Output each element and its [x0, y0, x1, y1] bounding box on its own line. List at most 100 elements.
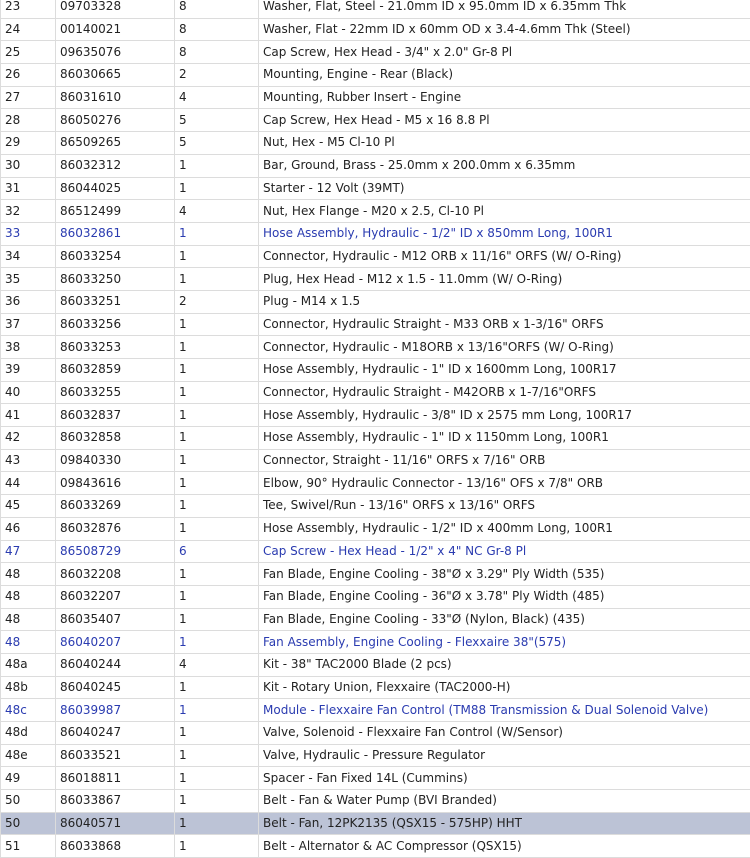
item-number-cell[interactable]: 48c [1, 699, 56, 722]
table-row[interactable]: 25096350768Cap Screw, Hex Head - 3/4" x … [1, 41, 750, 64]
quantity-cell: 1 [175, 404, 259, 427]
table-row[interactable]: 50860338671Belt - Fan & Water Pump (BVI … [1, 790, 750, 813]
item-number-cell: 48d [1, 722, 56, 745]
table-row[interactable]: 46860328761Hose Assembly, Hydraulic - 1/… [1, 517, 750, 540]
description-cell[interactable]: Cap Screw - Hex Head - 1/2" x 4" NC Gr-8… [259, 540, 750, 563]
table-row[interactable]: 29865092655Nut, Hex - M5 Cl-10 Pl [1, 132, 750, 155]
table-row[interactable]: 23097033288Washer, Flat, Steel - 21.0mm … [1, 0, 750, 18]
table-row[interactable]: 45860332691Tee, Swivel/Run - 13/16" ORFS… [1, 495, 750, 518]
table-row[interactable]: 48860354071Fan Blade, Engine Cooling - 3… [1, 608, 750, 631]
table-row[interactable]: 26860306652Mounting, Engine - Rear (Blac… [1, 64, 750, 87]
table-row[interactable]: 50860405711Belt - Fan, 12PK2135 (QSX15 -… [1, 812, 750, 835]
description-cell: Connector, Hydraulic - M12 ORB x 11/16" … [259, 245, 750, 268]
description-cell: Hose Assembly, Hydraulic - 1" ID x 1150m… [259, 427, 750, 450]
quantity-cell: 1 [175, 313, 259, 336]
item-number-cell: 30 [1, 154, 56, 177]
table-row[interactable]: 48a860402444Kit - 38" TAC2000 Blade (2 p… [1, 653, 750, 676]
description-cell: Fan Blade, Engine Cooling - 38"Ø x 3.29"… [259, 563, 750, 586]
description-cell: Cap Screw, Hex Head - 3/4" x 2.0" Gr-8 P… [259, 41, 750, 64]
table-row[interactable]: 43098403301Connector, Straight - 11/16" … [1, 449, 750, 472]
table-row[interactable]: 48d860402471Valve, Solenoid - Flexxaire … [1, 722, 750, 745]
quantity-cell: 5 [175, 132, 259, 155]
item-number-cell: 48 [1, 585, 56, 608]
part-number-cell: 86033867 [56, 790, 175, 813]
item-number-cell: 24 [1, 18, 56, 41]
part-number-cell[interactable]: 86508729 [56, 540, 175, 563]
table-row[interactable]: 33860328611Hose Assembly, Hydraulic - 1/… [1, 222, 750, 245]
description-cell[interactable]: Fan Assembly, Engine Cooling - Flexxaire… [259, 631, 750, 654]
description-cell: Fan Blade, Engine Cooling - 33"Ø (Nylon,… [259, 608, 750, 631]
description-cell: Kit - Rotary Union, Flexxaire (TAC2000-H… [259, 676, 750, 699]
table-row[interactable]: 48e860335211Valve, Hydraulic - Pressure … [1, 744, 750, 767]
table-row[interactable]: 27860316104Mounting, Rubber Insert - Eng… [1, 86, 750, 109]
item-number-cell: 43 [1, 449, 56, 472]
table-row[interactable]: 48860322071Fan Blade, Engine Cooling - 3… [1, 585, 750, 608]
table-row[interactable]: 34860332541Connector, Hydraulic - M12 OR… [1, 245, 750, 268]
description-cell[interactable]: Module - Flexxaire Fan Control (TM88 Tra… [259, 699, 750, 722]
table-row[interactable]: 47865087296Cap Screw - Hex Head - 1/2" x… [1, 540, 750, 563]
table-row[interactable]: 40860332551Connector, Hydraulic Straight… [1, 381, 750, 404]
part-number-cell[interactable]: 86032861 [56, 222, 175, 245]
item-number-cell: 23 [1, 0, 56, 18]
part-number-cell: 09843616 [56, 472, 175, 495]
item-number-cell[interactable]: 47 [1, 540, 56, 563]
quantity-cell: 1 [175, 835, 259, 858]
table-row[interactable]: 24001400218Washer, Flat - 22mm ID x 60mm… [1, 18, 750, 41]
table-row[interactable]: 41860328371Hose Assembly, Hydraulic - 3/… [1, 404, 750, 427]
part-number-cell: 86040244 [56, 653, 175, 676]
description-cell: Connector, Straight - 11/16" ORFS x 7/16… [259, 449, 750, 472]
table-row[interactable]: 51860338681Belt - Alternator & AC Compre… [1, 835, 750, 858]
table-row[interactable]: 38860332531Connector, Hydraulic - M18ORB… [1, 336, 750, 359]
quantity-cell[interactable]: 6 [175, 540, 259, 563]
description-cell[interactable]: Hose Assembly, Hydraulic - 1/2" ID x 850… [259, 222, 750, 245]
quantity-cell: 8 [175, 0, 259, 18]
table-row[interactable]: 48860402071Fan Assembly, Engine Cooling … [1, 631, 750, 654]
description-cell: Tee, Swivel/Run - 13/16" ORFS x 13/16" O… [259, 495, 750, 518]
table-row[interactable]: 48c860399871Module - Flexxaire Fan Contr… [1, 699, 750, 722]
table-row[interactable]: 39860328591Hose Assembly, Hydraulic - 1"… [1, 359, 750, 382]
part-number-cell: 09840330 [56, 449, 175, 472]
table-row[interactable]: 28860502765Cap Screw, Hex Head - M5 x 16… [1, 109, 750, 132]
quantity-cell[interactable]: 1 [175, 699, 259, 722]
part-number-cell: 86033255 [56, 381, 175, 404]
part-number-cell: 86032876 [56, 517, 175, 540]
table-row[interactable]: 32865124994Nut, Hex Flange - M20 x 2.5, … [1, 200, 750, 223]
quantity-cell: 8 [175, 18, 259, 41]
item-number-cell: 39 [1, 359, 56, 382]
table-row[interactable]: 35860332501Plug, Hex Head - M12 x 1.5 - … [1, 268, 750, 291]
table-row[interactable]: 36860332512Plug - M14 x 1.5 [1, 290, 750, 313]
table-row[interactable]: 37860332561Connector, Hydraulic Straight… [1, 313, 750, 336]
item-number-cell: 29 [1, 132, 56, 155]
table-row[interactable]: 48b860402451Kit - Rotary Union, Flexxair… [1, 676, 750, 699]
part-number-cell[interactable]: 86039987 [56, 699, 175, 722]
table-row[interactable]: 48860322081Fan Blade, Engine Cooling - 3… [1, 563, 750, 586]
quantity-cell: 1 [175, 744, 259, 767]
table-row[interactable]: 30860323121Bar, Ground, Brass - 25.0mm x… [1, 154, 750, 177]
quantity-cell[interactable]: 1 [175, 631, 259, 654]
part-number-cell: 86033253 [56, 336, 175, 359]
item-number-cell: 28 [1, 109, 56, 132]
item-number-cell: 48 [1, 608, 56, 631]
part-number-cell: 09703328 [56, 0, 175, 18]
quantity-cell: 8 [175, 41, 259, 64]
table-row[interactable]: 44098436161Elbow, 90° Hydraulic Connecto… [1, 472, 750, 495]
part-number-cell: 86050276 [56, 109, 175, 132]
quantity-cell: 1 [175, 517, 259, 540]
part-number-cell[interactable]: 86040207 [56, 631, 175, 654]
description-cell: Washer, Flat, Steel - 21.0mm ID x 95.0mm… [259, 0, 750, 18]
table-row[interactable]: 49860188111Spacer - Fan Fixed 14L (Cummi… [1, 767, 750, 790]
part-number-cell: 86033250 [56, 268, 175, 291]
description-cell: Plug, Hex Head - M12 x 1.5 - 11.0mm (W/ … [259, 268, 750, 291]
item-number-cell[interactable]: 33 [1, 222, 56, 245]
quantity-cell: 1 [175, 676, 259, 699]
table-row[interactable]: 42860328581Hose Assembly, Hydraulic - 1"… [1, 427, 750, 450]
item-number-cell: 45 [1, 495, 56, 518]
table-row[interactable]: 31860440251Starter - 12 Volt (39MT) [1, 177, 750, 200]
quantity-cell: 4 [175, 653, 259, 676]
item-number-cell: 32 [1, 200, 56, 223]
item-number-cell[interactable]: 48 [1, 631, 56, 654]
item-number-cell: 44 [1, 472, 56, 495]
part-number-cell: 86044025 [56, 177, 175, 200]
description-cell: Cap Screw, Hex Head - M5 x 16 8.8 Pl [259, 109, 750, 132]
quantity-cell[interactable]: 1 [175, 222, 259, 245]
